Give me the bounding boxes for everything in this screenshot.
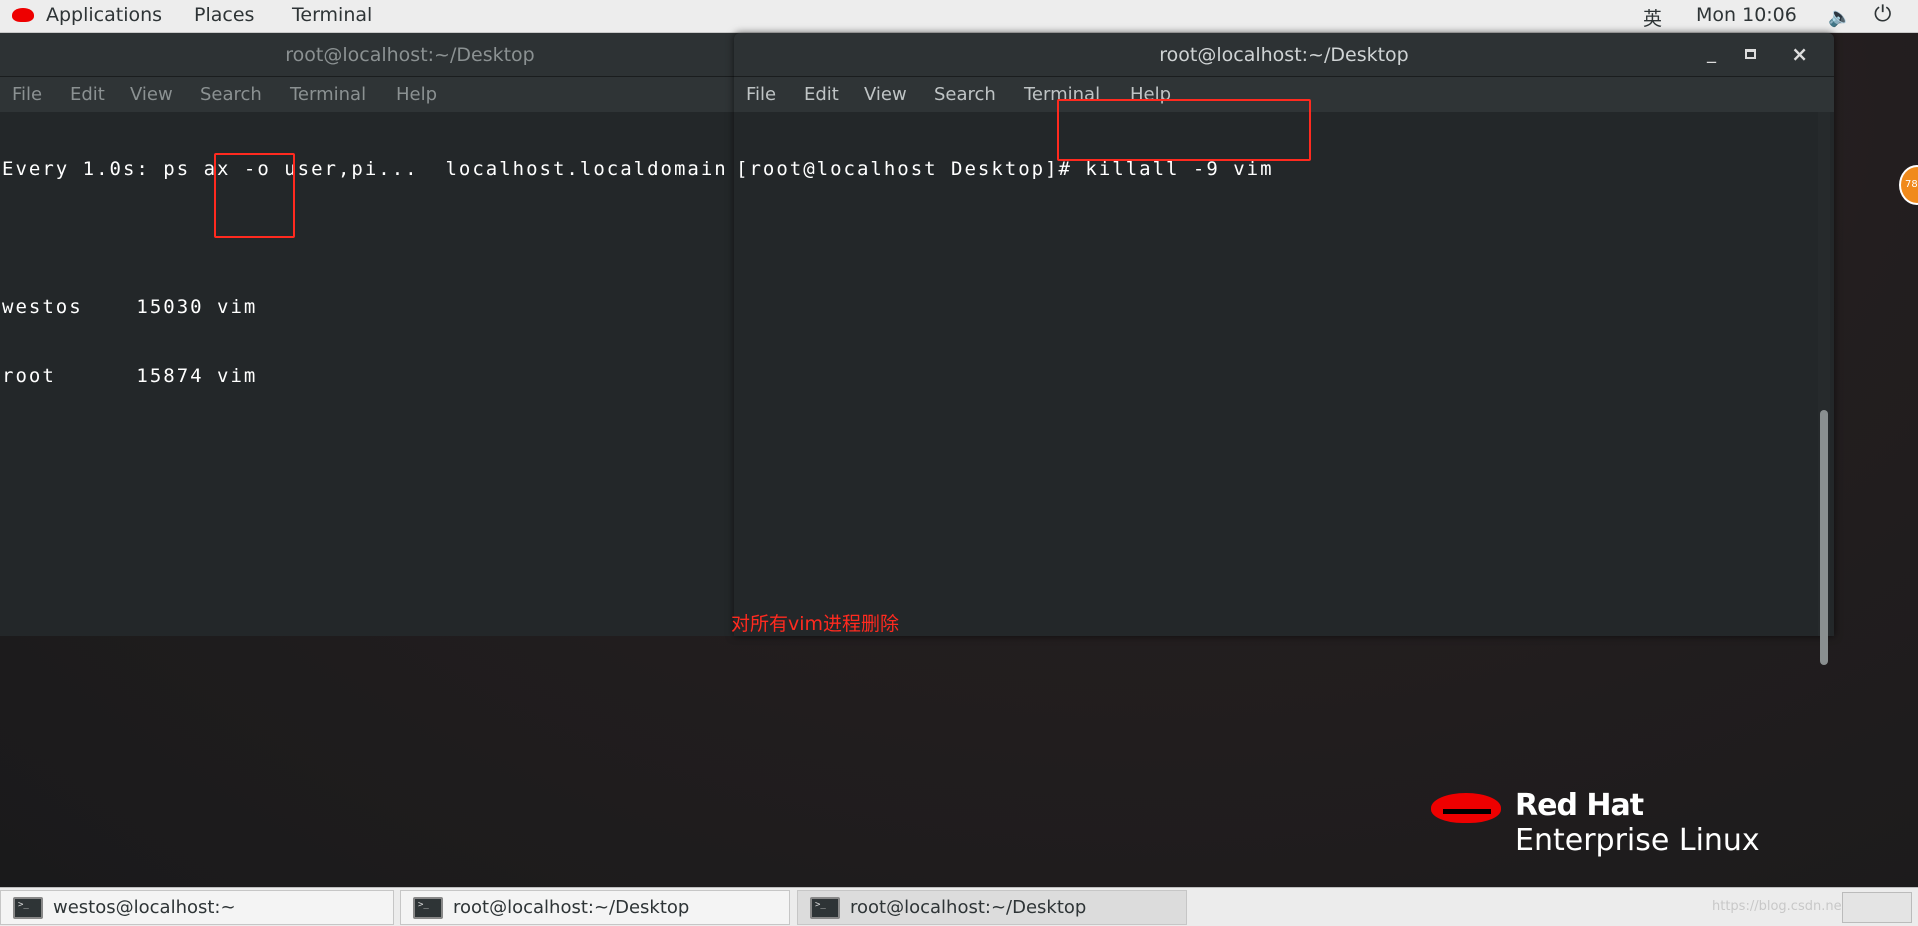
output-line: Every 1.0s: ps ax -o user,pi... localhos… bbox=[2, 158, 728, 180]
top-bar: Applications Places Terminal 英 Mon 10:06… bbox=[0, 0, 1918, 33]
menu-edit[interactable]: Edit bbox=[70, 84, 105, 105]
menu-view[interactable]: View bbox=[130, 84, 173, 105]
clock[interactable]: Mon 10:06 bbox=[1696, 4, 1797, 26]
highlight-box-vim-processes bbox=[214, 153, 295, 238]
places-menu[interactable]: Places bbox=[194, 4, 254, 26]
menu-search[interactable]: Search bbox=[934, 84, 996, 105]
terminal-output[interactable]: Every 1.0s: ps ax -o user,pi... localhos… bbox=[0, 112, 740, 636]
terminal-icon bbox=[810, 889, 840, 922]
taskbar: westos@localhost:~ root@localhost:~/Desk… bbox=[0, 887, 1918, 926]
menu-terminal[interactable]: Terminal bbox=[290, 84, 366, 105]
menu-file[interactable]: File bbox=[12, 84, 42, 105]
output-line: westos 15030 vim bbox=[2, 296, 258, 318]
scrollbar-thumb[interactable] bbox=[1820, 410, 1828, 665]
menu-file[interactable]: File bbox=[746, 84, 776, 105]
volume-icon[interactable]: 🔈 bbox=[1828, 5, 1852, 28]
taskbar-item-root-2[interactable]: root@localhost:~/Desktop bbox=[797, 889, 1187, 925]
terminal-icon bbox=[13, 889, 43, 922]
terminal-app-menu[interactable]: Terminal bbox=[292, 4, 372, 26]
window-title[interactable]: root@localhost:~/Desktop bbox=[734, 33, 1834, 77]
scrollbar[interactable] bbox=[1818, 112, 1830, 665]
power-icon[interactable]: ⏻ bbox=[1874, 2, 1891, 27]
maximize-button[interactable] bbox=[1745, 49, 1756, 59]
redhat-logo: Red Hat Enterprise Linux bbox=[1431, 783, 1811, 863]
left-terminal-window[interactable]: root@localhost:~/Desktop File Edit View … bbox=[0, 33, 740, 636]
command-line: [root@localhost Desktop]# killall -9 vim bbox=[736, 158, 1274, 180]
menu-edit[interactable]: Edit bbox=[804, 84, 839, 105]
close-button[interactable]: × bbox=[1791, 42, 1808, 66]
logo-line2: Enterprise Linux bbox=[1515, 823, 1760, 858]
menu-help[interactable]: Help bbox=[396, 84, 437, 105]
terminal-icon bbox=[413, 889, 443, 922]
taskbar-item-westos[interactable]: westos@localhost:~ bbox=[0, 889, 394, 925]
input-method-indicator[interactable]: 英 bbox=[1643, 4, 1662, 31]
applications-menu[interactable]: Applications bbox=[46, 4, 162, 26]
minimize-button[interactable]: _ bbox=[1707, 43, 1716, 64]
annotation-text: 对所有vim进程删除 bbox=[731, 613, 900, 635]
redhat-hat-icon bbox=[1431, 793, 1501, 823]
hat-band bbox=[1443, 809, 1491, 814]
redhat-hat-icon bbox=[12, 8, 34, 22]
highlight-box-killall-command bbox=[1057, 99, 1311, 161]
menu-search[interactable]: Search bbox=[200, 84, 262, 105]
output-line: root 15874 vim bbox=[2, 365, 258, 387]
taskbar-item-root-1[interactable]: root@localhost:~/Desktop bbox=[400, 889, 790, 925]
watermark: https://blog.csdn.net/... bbox=[1712, 899, 1864, 914]
menu-view[interactable]: View bbox=[864, 84, 907, 105]
workspace-switcher[interactable] bbox=[1842, 892, 1912, 923]
logo-line1: Red Hat bbox=[1515, 788, 1644, 823]
terminal-output[interactable]: [root@localhost Desktop]# killall -9 vim bbox=[734, 112, 1810, 636]
window-title[interactable]: root@localhost:~/Desktop bbox=[0, 33, 740, 77]
menu-bar: File Edit View Search Terminal Help bbox=[0, 77, 740, 112]
